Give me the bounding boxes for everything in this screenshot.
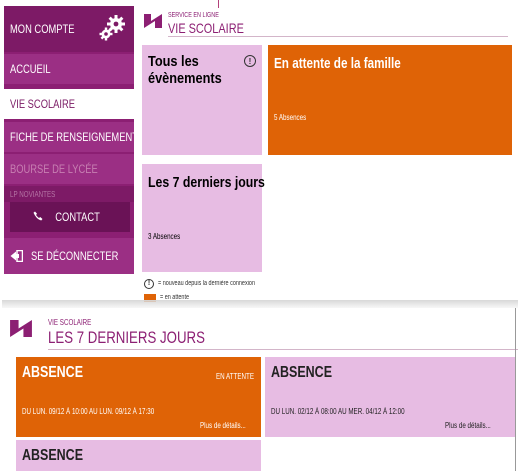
tile-7-derniers-jours[interactable]: Les 7 derniers jours 3 Absences [142, 164, 265, 272]
absence-dates: DU LUN. 09/12 À 10:00 AU LUN. 09/12 À 17… [22, 407, 155, 416]
section-label: VIE SCOLAIRE [48, 318, 92, 327]
logout-button[interactable]: SE DÉCONNECTER [4, 238, 134, 274]
school-name: LP NOVIANTES [4, 186, 134, 202]
panel-edge [515, 308, 516, 471]
info-icon: ! [244, 55, 256, 67]
contact-button[interactable]: CONTACT [10, 202, 130, 232]
detail-panel: VIE SCOLAIRE LES 7 DERNIERS JOURS ABSENC… [0, 308, 520, 471]
contact-label: CONTACT [55, 210, 101, 224]
school-name-label: LP NOVIANTES [10, 189, 56, 199]
absence-card[interactable]: ABSENCE [16, 440, 261, 471]
divider-line [218, 0, 219, 8]
overview-panel: MON COMPTE ACCUEIL VIE SCOLAIRE FICHE DE… [0, 0, 520, 308]
info-icon: ! [144, 278, 154, 289]
sidebar: MON COMPTE ACCUEIL VIE SCOLAIRE FICHE DE… [4, 6, 144, 274]
sidebar-item-label: ACCUEIL [10, 62, 51, 76]
sidebar-item-label: FICHE DE RENSEIGNEMENTS [10, 130, 145, 144]
legend-row-new: ! = nouveau depuis la dernière connexion [144, 278, 282, 289]
tile-title: Les 7 derniers jours [148, 174, 265, 191]
sidebar-item-bourse-lycee[interactable]: BOURSE DE LYCÉE [4, 154, 134, 184]
absence-title: ABSENCE [22, 447, 84, 464]
absence-card[interactable]: ABSENCE DU LUN. 02/12 À 08:00 AU MER. 04… [265, 357, 515, 437]
details-link[interactable]: Plus de détails... [445, 421, 491, 430]
sidebar-item-vie-scolaire[interactable]: VIE SCOLAIRE [4, 89, 134, 119]
gear-icon[interactable] [98, 14, 126, 42]
tile-title: Tous les évènements [148, 53, 222, 87]
logo-icon [10, 320, 32, 337]
logout-icon [10, 250, 23, 262]
service-label: SERVICE EN LIGNE [168, 12, 219, 19]
sidebar-item-fiche-renseignements[interactable]: FICHE DE RENSEIGNEMENTS [4, 122, 144, 152]
tile-en-attente-famille[interactable]: En attente de la famille 5 Absences [268, 45, 512, 155]
legend-new-label: = nouveau depuis la dernière connexion [158, 280, 255, 287]
sidebar-item-label: MON COMPTE [10, 22, 75, 36]
logout-label: SE DÉCONNECTER [31, 249, 119, 263]
detail-title: LES 7 DERNIERS JOURS [48, 328, 205, 347]
tile-count: 3 Absences [148, 232, 181, 241]
tile-tous-les-evenements[interactable]: Tous les évènements ! [142, 45, 262, 155]
logo-icon [144, 14, 162, 28]
absence-status: EN ATTENTE [216, 372, 255, 381]
tile-count: 5 Absences [274, 113, 307, 122]
page-title: VIE SCOLAIRE [168, 20, 244, 36]
detail-header-rule [48, 349, 518, 350]
sidebar-item-label: BOURSE DE LYCÉE [10, 162, 98, 176]
tile-title: En attente de la famille [274, 55, 401, 72]
absence-dates: DU LUN. 02/12 À 08:00 AU MER. 04/12 À 12… [271, 407, 405, 416]
absence-title: ABSENCE [22, 364, 84, 381]
header-rule [168, 36, 508, 37]
sidebar-item-accueil[interactable]: ACCUEIL [4, 54, 134, 84]
absence-title: ABSENCE [271, 364, 333, 381]
sidebar-item-mon-compte[interactable]: MON COMPTE [4, 6, 134, 52]
phone-icon [33, 210, 43, 224]
details-link[interactable]: Plus de détails... [200, 421, 246, 430]
absence-card[interactable]: ABSENCE EN ATTENTE DU LUN. 09/12 À 10:00… [16, 357, 261, 437]
sidebar-item-label: VIE SCOLAIRE [10, 97, 76, 111]
